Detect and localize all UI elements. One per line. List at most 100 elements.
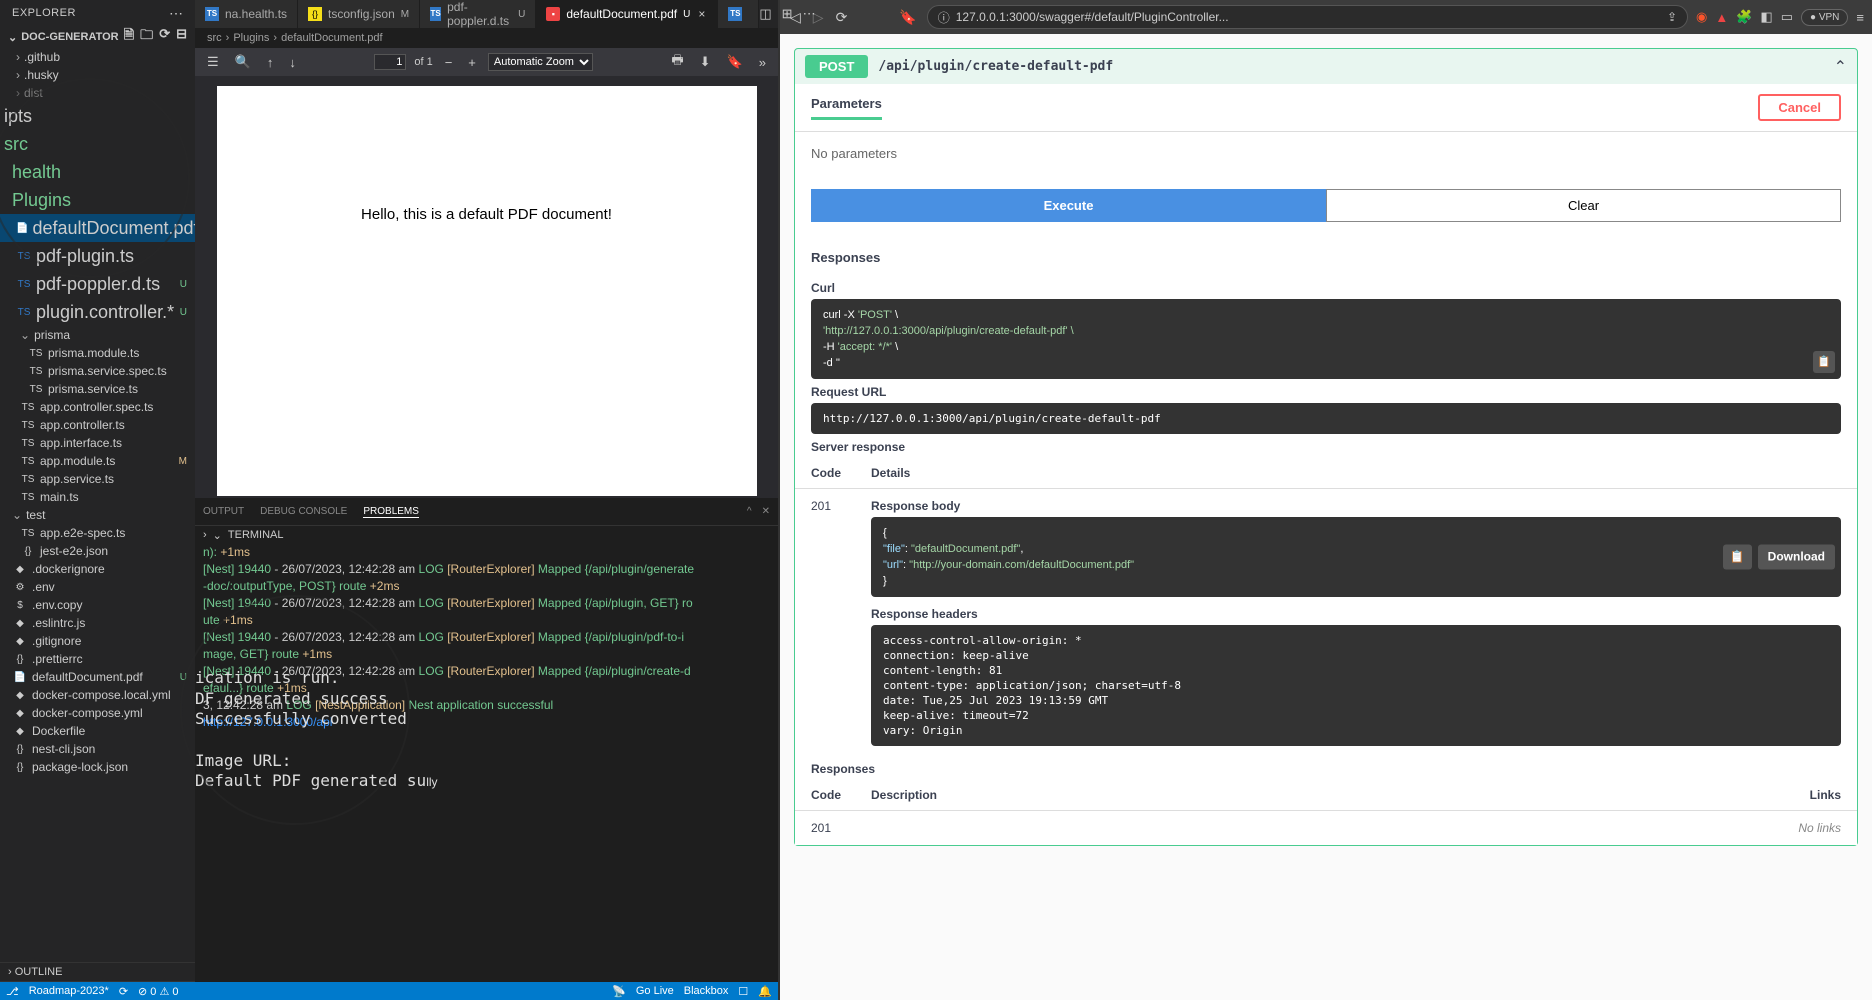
tools-icon[interactable]: » — [755, 53, 770, 72]
editor-tab[interactable]: {}tsconfig.jsonM — [298, 0, 420, 28]
file-item[interactable]: ◆docker-compose.yml — [0, 704, 195, 722]
breadcrumb-segment[interactable]: defaultDocument.pdf — [281, 32, 383, 44]
parameters-tab[interactable]: Parameters — [811, 96, 882, 120]
file-item[interactable]: {}jest-e2e.json — [0, 542, 195, 560]
close-panel-icon[interactable]: ✕ — [762, 506, 770, 517]
zoom-in-icon[interactable]: + — [464, 53, 480, 72]
new-file-icon[interactable]: 🗎 — [124, 26, 134, 48]
menu-icon[interactable]: ≡ — [1856, 10, 1864, 25]
file-item[interactable]: TSapp.service.ts — [0, 470, 195, 488]
folder-item[interactable]: .github — [0, 48, 195, 66]
magnified-item[interactable]: TSpdf-poppler.d.tsU — [0, 270, 195, 298]
file-item[interactable]: TSmain.ts — [0, 488, 195, 506]
magnified-item[interactable]: TSpdf-plugin.ts — [0, 242, 195, 270]
file-item[interactable]: TSprisma.module.ts — [0, 344, 195, 362]
new-folder-icon[interactable]: 🗀 — [140, 26, 153, 48]
file-item[interactable]: TSapp.e2e-spec.ts — [0, 524, 195, 542]
folder-item[interactable]: test — [0, 506, 195, 524]
editor-tab[interactable]: TSna.health.ts — [195, 0, 298, 28]
outline-section[interactable]: › OUTLINE — [0, 962, 195, 981]
panel-tab[interactable]: PROBLEMS — [363, 506, 419, 518]
prev-page-icon[interactable]: ↑ — [263, 53, 278, 72]
download-button[interactable]: Download — [1758, 545, 1835, 570]
file-item[interactable]: TSprisma.service.spec.ts — [0, 362, 195, 380]
branch-name[interactable]: Roadmap-2023* — [29, 985, 109, 997]
search-icon[interactable]: 🔍 — [231, 52, 255, 72]
sync-icon[interactable]: ⟳ — [119, 985, 128, 998]
panel-tab[interactable]: OUTPUT — [203, 506, 244, 517]
folder-item[interactable]: .husky — [0, 66, 195, 84]
execute-button[interactable]: Execute — [811, 189, 1326, 222]
sidebar-toggle-icon[interactable]: ☰ — [203, 52, 223, 72]
folder-item[interactable]: prisma — [0, 326, 195, 344]
magnified-item[interactable]: src — [0, 130, 195, 158]
vpn-badge[interactable]: ● VPN — [1801, 9, 1848, 26]
feedback-icon[interactable]: ☐ — [738, 985, 748, 998]
breadcrumb-segment[interactable]: Plugins — [233, 32, 269, 44]
file-item[interactable]: {}.prettierrc — [0, 650, 195, 668]
bookmark-icon[interactable]: 🔖 — [897, 9, 918, 26]
chevron-down-icon[interactable]: ⌄ — [213, 529, 222, 542]
split-icon[interactable]: ◫ — [759, 6, 771, 22]
share-icon[interactable]: ⇪ — [1667, 10, 1677, 24]
file-item[interactable]: TSapp.controller.spec.ts — [0, 398, 195, 416]
collapse-icon[interactable]: ⊟ — [176, 26, 187, 48]
go-live[interactable]: Go Live — [636, 985, 674, 998]
url-bar[interactable]: ⓘ 127.0.0.1:3000/swagger#/default/Plugin… — [927, 5, 1688, 29]
zoom-out-icon[interactable]: − — [441, 53, 457, 72]
file-item[interactable]: TSprisma.service.ts — [0, 380, 195, 398]
shield-icon[interactable]: ◉ — [1696, 9, 1707, 25]
file-item[interactable]: {}package-lock.json — [0, 758, 195, 776]
download-icon[interactable]: ⬇ — [696, 52, 715, 72]
magnified-item[interactable]: Plugins — [0, 186, 195, 214]
file-item[interactable]: 📄defaultDocument.pdfU — [0, 668, 195, 686]
magnified-item[interactable]: health — [0, 158, 195, 186]
next-page-icon[interactable]: ↓ — [285, 53, 300, 72]
breadcrumb[interactable]: src › Plugins › defaultDocument.pdf — [195, 28, 778, 48]
file-item[interactable]: ◆.dockerignore — [0, 560, 195, 578]
editor-tab[interactable]: TSpdf-poppler.d.tsU — [420, 0, 536, 28]
chevron-up-icon[interactable]: ⌃ — [1834, 57, 1847, 77]
file-item[interactable]: TSapp.module.tsM — [0, 452, 195, 470]
blackbox[interactable]: Blackbox — [684, 985, 729, 998]
layout-icon[interactable]: ⊞ — [782, 6, 793, 22]
print-icon[interactable]: 🖶 — [667, 49, 687, 75]
forward-icon[interactable]: ▷ — [811, 9, 826, 26]
file-item[interactable]: {}nest-cli.json — [0, 740, 195, 758]
broadcast-icon[interactable]: 📡 — [612, 985, 626, 998]
magnified-item[interactable]: TSplugin.controller.*U — [0, 298, 195, 326]
file-item[interactable]: ◆.eslintrc.js — [0, 614, 195, 632]
bell-icon[interactable]: 🔔 — [758, 985, 772, 998]
operation-summary[interactable]: POST /api/plugin/create-default-pdf ⌃ — [795, 49, 1857, 84]
zoom-select[interactable]: Automatic Zoom — [488, 53, 593, 71]
file-item[interactable]: TSapp.interface.ts — [0, 434, 195, 452]
refresh-icon[interactable]: ⟳ — [159, 26, 170, 48]
maximize-icon[interactable]: ^ — [747, 506, 752, 517]
editor-tab[interactable]: TS — [718, 0, 759, 28]
extensions-icon[interactable]: 🧩 — [1736, 9, 1752, 25]
file-item[interactable]: ◆.gitignore — [0, 632, 195, 650]
page-input[interactable] — [374, 54, 406, 70]
chevron-icon[interactable]: › — [203, 529, 207, 541]
cancel-button[interactable]: Cancel — [1758, 94, 1841, 121]
file-item[interactable]: ⚙.env — [0, 578, 195, 596]
folder-item[interactable]: dist — [0, 84, 195, 102]
copy-icon[interactable]: 📋 — [1813, 351, 1835, 373]
panel-tab[interactable]: DEBUG CONSOLE — [260, 506, 347, 517]
triangle-icon[interactable]: ▲ — [1715, 10, 1728, 25]
magnified-item[interactable]: 📄defaultDocument.pdf — [0, 214, 195, 242]
info-icon[interactable]: ⓘ — [938, 9, 950, 26]
more-icon[interactable]: ⋯ — [169, 5, 183, 22]
problems-count[interactable]: ⊘ 0 ⚠ 0 — [138, 985, 178, 998]
magnified-item[interactable]: ipts — [0, 102, 195, 130]
close-icon[interactable]: × — [696, 7, 707, 21]
file-item[interactable]: $.env.copy — [0, 596, 195, 614]
file-item[interactable]: TSapp.controller.ts — [0, 416, 195, 434]
file-item[interactable]: ◆Dockerfile — [0, 722, 195, 740]
sidebar-icon[interactable]: ◧ — [1760, 9, 1772, 25]
reload-icon[interactable]: ⟳ — [834, 9, 850, 26]
file-item[interactable]: ◆docker-compose.local.yml — [0, 686, 195, 704]
bookmark-icon[interactable]: 🔖 — [723, 52, 747, 72]
clear-button[interactable]: Clear — [1326, 189, 1841, 222]
branch-icon[interactable]: ⎇ — [6, 985, 19, 998]
